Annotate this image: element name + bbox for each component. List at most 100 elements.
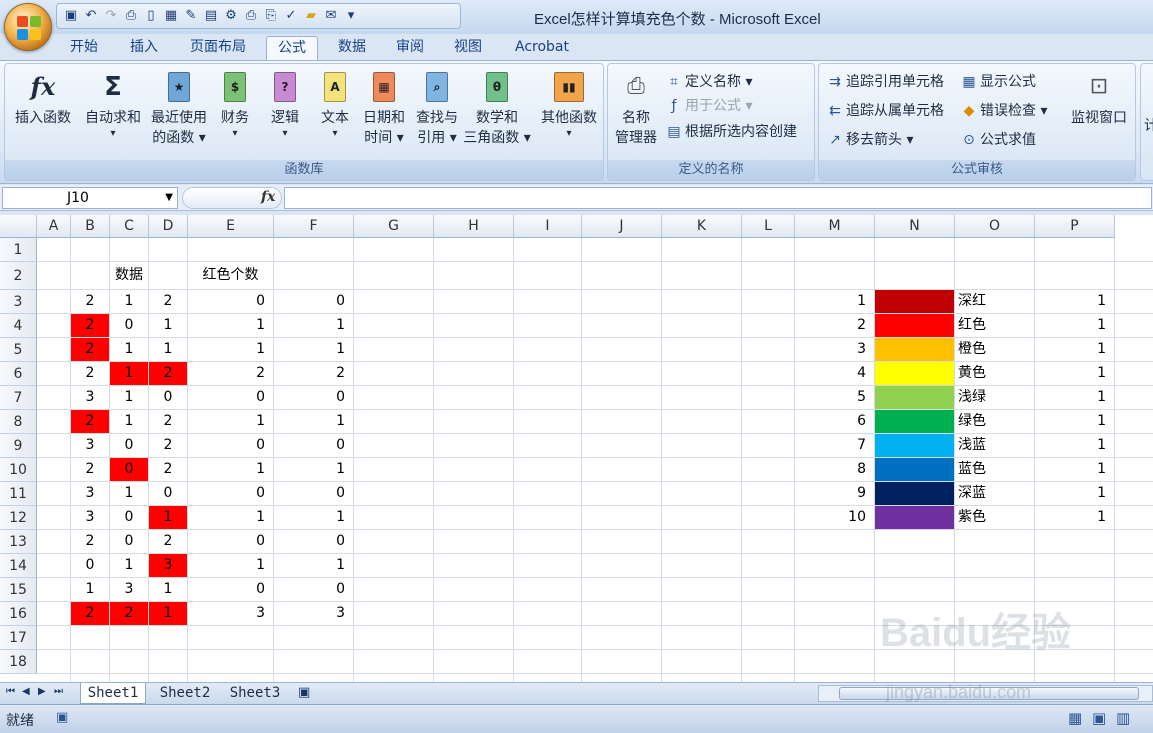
color-count-p5[interactable]: 1 [1035,338,1114,361]
column-header-o[interactable]: O [955,215,1035,238]
data-cell-d9[interactable]: 2 [149,434,187,457]
tab-acrobat[interactable]: Acrobat [504,36,580,60]
show-formulas-button[interactable]: ▦ 显示公式 [961,72,1036,92]
red-count-cell-e6[interactable]: 2 [188,362,273,385]
column-header-m[interactable]: M [795,215,875,238]
data-cell-c15[interactable]: 3 [110,578,148,601]
color-count-p9[interactable]: 1 [1035,434,1114,457]
data-cell-d16[interactable]: 1 [149,602,187,625]
red-count-cell-e3[interactable]: 0 [188,290,273,313]
evaluate-formula-button[interactable]: ⊙ 公式求值 [961,130,1036,150]
result-cell-f9[interactable]: 0 [274,434,353,457]
tools-icon[interactable]: ⚙ [223,8,239,24]
row-header-14[interactable]: 14 [0,554,37,578]
open-folder-icon[interactable]: ▰ [303,8,319,24]
data-cell-b8[interactable]: 2 [71,410,109,433]
result-cell-f15[interactable]: 0 [274,578,353,601]
data-cell-d15[interactable]: 1 [149,578,187,601]
last-sheet-icon[interactable]: ⏭ [54,686,63,697]
name-manager-button[interactable]: ⎙ 名称 管理器 [610,70,662,148]
data-cell-c3[interactable]: 1 [110,290,148,313]
row-header-17[interactable]: 17 [0,626,37,650]
color-name-o3[interactable]: 深红 [955,290,1034,313]
data-cell-b7[interactable]: 3 [71,386,109,409]
data-cell-b4[interactable]: 2 [71,314,109,337]
tab-home[interactable]: 开始 [58,36,110,60]
row-header-7[interactable]: 7 [0,386,37,410]
more-functions-button[interactable]: ▮▮ 其他函数 ▾ [535,70,603,140]
color-index-m3[interactable]: 1 [795,290,874,313]
data-cell-b11[interactable]: 3 [71,482,109,505]
color-swatch-n3[interactable] [875,290,954,313]
save-icon[interactable]: ▣ [63,8,79,24]
red-count-cell-e13[interactable]: 0 [188,530,273,553]
row-header-15[interactable]: 15 [0,578,37,602]
red-count-cell-e5[interactable]: 1 [188,338,273,361]
color-index-m5[interactable]: 3 [795,338,874,361]
color-count-p7[interactable]: 1 [1035,386,1114,409]
tab-formulas[interactable]: 公式 [266,36,318,60]
data-cell-d5[interactable]: 1 [149,338,187,361]
color-swatch-n7[interactable] [875,386,954,409]
data-cell-b16[interactable]: 2 [71,602,109,625]
tab-page-layout[interactable]: 页面布局 [178,36,258,60]
normal-view-icon[interactable]: ▦ [1068,709,1082,727]
data-cell-d12[interactable]: 1 [149,506,187,529]
data-cell-d3[interactable]: 2 [149,290,187,313]
date-time-button[interactable]: ▦ 日期和 时间 ▾ [359,70,409,148]
red-count-cell-e10[interactable]: 1 [188,458,273,481]
color-name-o8[interactable]: 绿色 [955,410,1034,433]
autosum-button[interactable]: Σ 自动求和 ▾ [81,70,145,140]
quick-print-icon[interactable]: ⎘ [263,8,279,24]
name-box-dropdown-icon[interactable]: ▼ [165,188,173,208]
watch-window-button[interactable]: ⊡ 监视窗口 [1063,70,1135,128]
grid-icon[interactable]: ▦ [163,8,179,24]
form-icon[interactable]: ▤ [203,8,219,24]
column-header-e[interactable]: E [188,215,274,238]
row-header-1[interactable]: 1 [0,238,37,262]
print-icon[interactable]: ⎙ [243,8,259,24]
color-name-o4[interactable]: 红色 [955,314,1034,337]
result-cell-f4[interactable]: 1 [274,314,353,337]
result-cell-f7[interactable]: 0 [274,386,353,409]
first-sheet-icon[interactable]: ⏮ [6,686,15,697]
sheet-tab-sheet1[interactable]: Sheet1 [80,683,146,704]
color-swatch-n6[interactable] [875,362,954,385]
color-index-m12[interactable]: 10 [795,506,874,529]
color-index-m7[interactable]: 5 [795,386,874,409]
data-cell-b6[interactable]: 2 [71,362,109,385]
color-name-o12[interactable]: 紫色 [955,506,1034,529]
color-index-m9[interactable]: 7 [795,434,874,457]
page-break-view-icon[interactable]: ▥ [1116,709,1130,727]
color-name-o5[interactable]: 橙色 [955,338,1034,361]
column-header-p[interactable]: P [1035,215,1115,238]
trace-dependents-button[interactable]: ⇇ 追踪从属单元格 [827,101,944,121]
column-header-h[interactable]: H [434,215,514,238]
spelling-icon[interactable]: ✓ [283,8,299,24]
color-count-p10[interactable]: 1 [1035,458,1114,481]
data-cell-c7[interactable]: 1 [110,386,148,409]
data-cell-c11[interactable]: 1 [110,482,148,505]
data-cell-b3[interactable]: 2 [71,290,109,313]
column-header-d[interactable]: D [149,215,188,238]
redo-icon[interactable]: ↷ [103,8,119,24]
row-header-13[interactable]: 13 [0,530,37,554]
color-count-p4[interactable]: 1 [1035,314,1114,337]
insert-function-button[interactable]: fx 插入函数 [7,70,79,128]
data-cell-b13[interactable]: 2 [71,530,109,553]
trace-precedents-button[interactable]: ⇉ 追踪引用单元格 [827,72,944,92]
data-cell-b15[interactable]: 1 [71,578,109,601]
color-swatch-n12[interactable] [875,506,954,529]
column-header-g[interactable]: G [354,215,434,238]
page-layout-view-icon[interactable]: ▣ [1092,709,1106,727]
fx-insert-function-icon[interactable]: fx [261,189,275,205]
calculation-partial-label[interactable]: 计 [1144,116,1153,136]
data-cell-c4[interactable]: 0 [110,314,148,337]
color-swatch-n10[interactable] [875,458,954,481]
create-from-selection-button[interactable]: ▤ 根据所选内容创建 [666,122,797,142]
column-header-i[interactable]: I [514,215,582,238]
result-cell-f6[interactable]: 2 [274,362,353,385]
macro-record-icon[interactable]: ▣ [56,710,68,725]
use-in-formula-button[interactable]: ƒ 用于公式 ▾ [666,96,753,116]
result-cell-f10[interactable]: 1 [274,458,353,481]
